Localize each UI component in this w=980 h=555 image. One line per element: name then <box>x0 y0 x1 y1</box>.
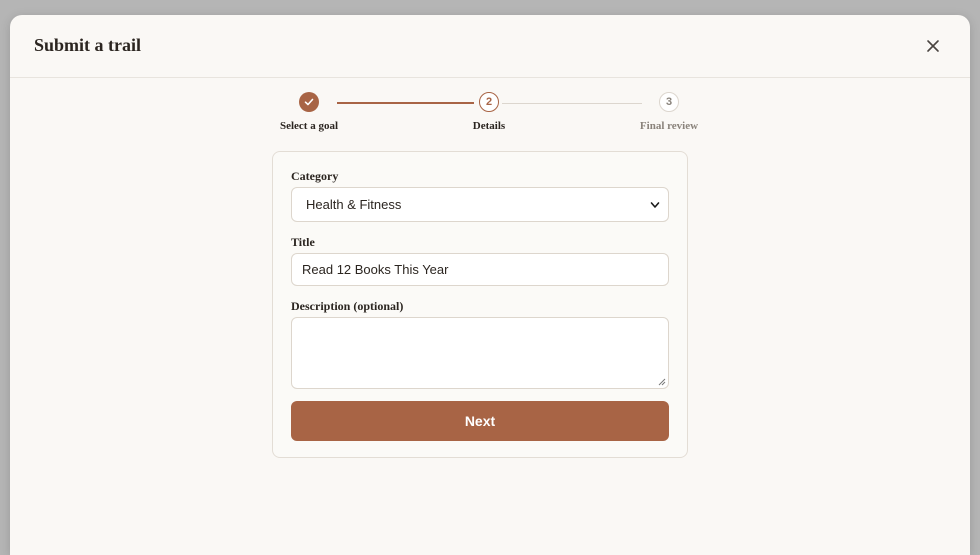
category-label: Category <box>291 169 339 183</box>
title-input[interactable]: Read 12 Books This Year <box>291 253 669 286</box>
step-connector-1 <box>337 102 474 104</box>
step-2-indicator: 2 <box>479 92 499 112</box>
check-icon <box>304 98 314 106</box>
step-2-label: Details <box>472 120 506 132</box>
details-form-card: Category Health & Fitness Title Read 12 … <box>272 151 688 458</box>
close-button[interactable] <box>924 37 942 55</box>
modal-header: Submit a trail <box>10 15 970 78</box>
description-label: Description (optional) <box>291 299 404 313</box>
resize-grip-icon[interactable] <box>658 378 666 386</box>
description-textarea[interactable] <box>291 317 669 389</box>
step-1-indicator <box>299 92 319 112</box>
title-label: Title <box>291 235 315 249</box>
step-connector-2 <box>502 103 642 104</box>
step-3-label: Final review <box>639 120 699 132</box>
step-1-label: Select a goal <box>279 120 339 132</box>
title-input-value: Read 12 Books This Year <box>302 262 449 277</box>
category-select[interactable]: Health & Fitness <box>291 187 669 222</box>
modal-title: Submit a trail <box>34 35 142 55</box>
progress-stepper: Select a goal 2 Details 3 Final review <box>272 91 698 141</box>
step-3-indicator: 3 <box>659 92 679 112</box>
close-icon <box>927 40 939 52</box>
next-button[interactable]: Next <box>291 401 669 441</box>
chevron-down-icon <box>650 202 660 208</box>
category-selected-value: Health & Fitness <box>306 197 402 212</box>
